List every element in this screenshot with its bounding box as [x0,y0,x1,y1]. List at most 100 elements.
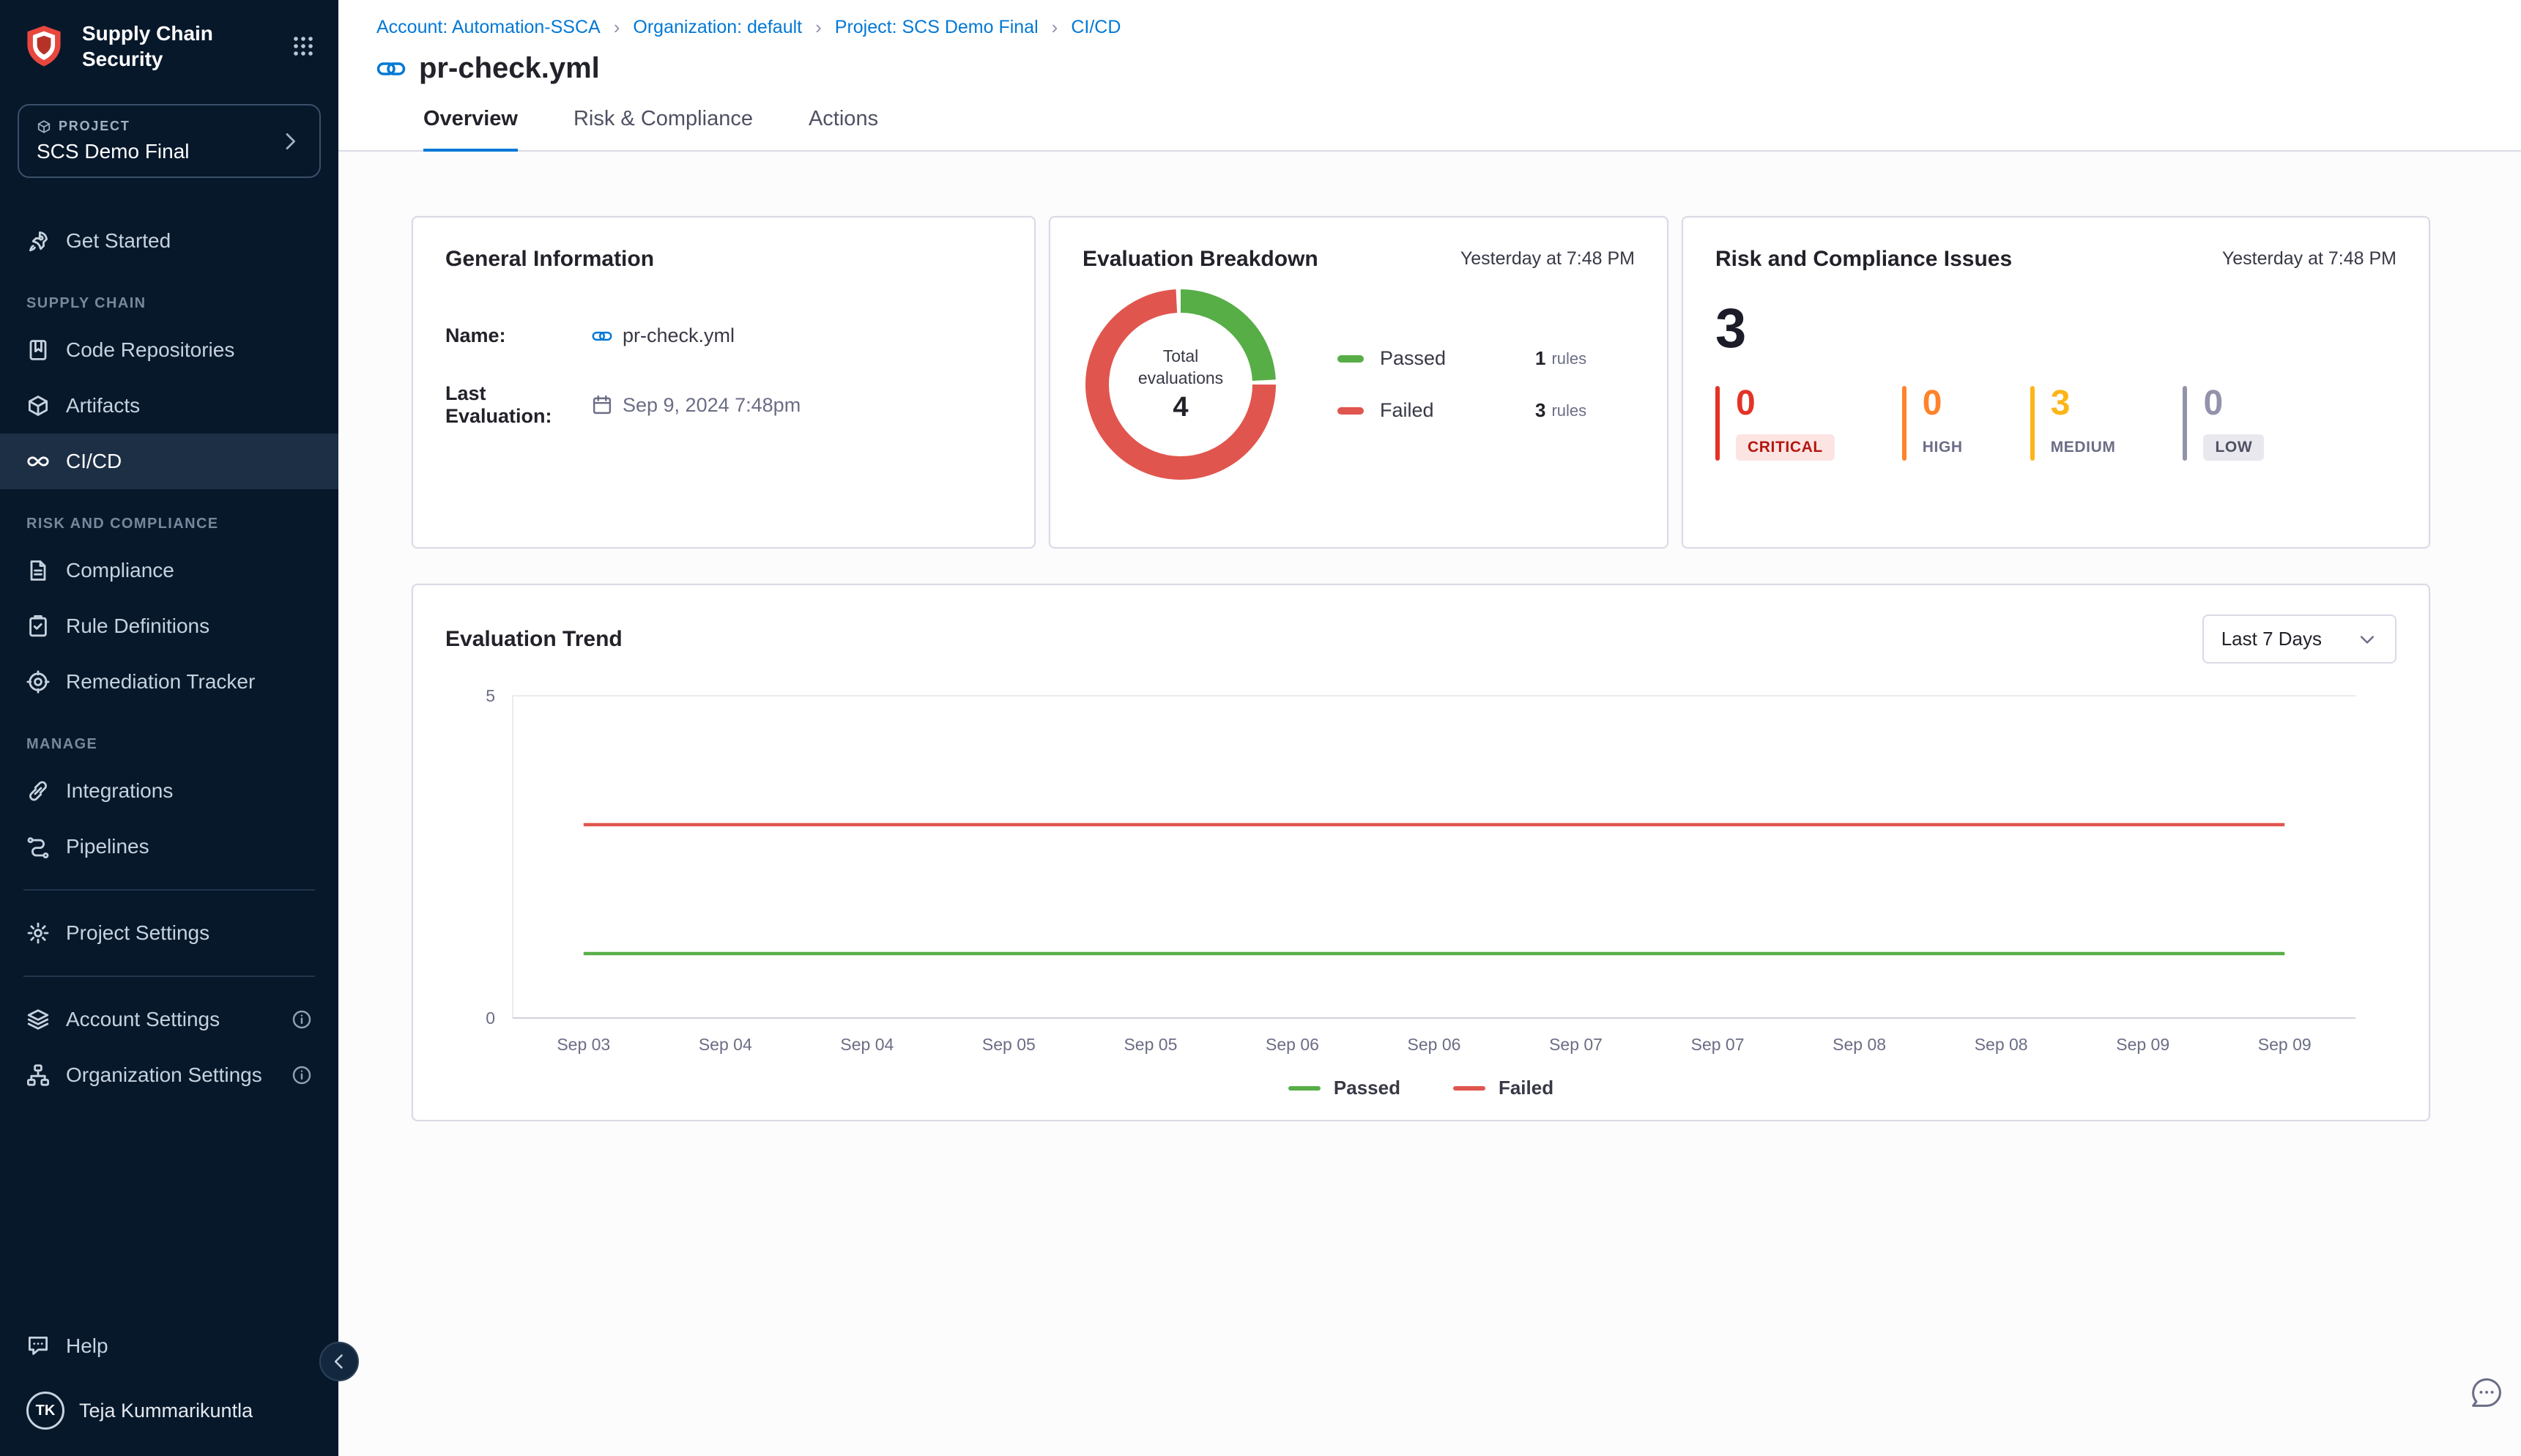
last-evaluation-value-wrap: Sep 9, 2024 7:48pm [592,394,801,417]
sidebar-item-label: Remediation Tracker [66,672,255,692]
last-evaluation-row: Last Evaluation: Sep 9, 2024 7:48pm [445,382,1002,428]
svg-text:Sep 05: Sep 05 [1124,1035,1177,1054]
sidebar-item-label: Rule Definitions [66,616,209,636]
pipelines-icon [26,835,50,858]
chat-bubble-icon [2467,1374,2505,1412]
pipeline-file-icon [376,54,406,83]
breadcrumb-separator-icon: › [815,16,822,39]
severity-label: CRITICAL [1736,434,1835,461]
last-evaluation-value: Sep 9, 2024 7:48pm [623,394,801,417]
grid-icon[interactable] [292,34,315,58]
project-meta: PROJECT SCS Demo Final [37,119,278,163]
chevron-left-icon [329,1351,349,1372]
breadcrumb-link[interactable]: CI/CD [1071,17,1121,38]
org-icon [26,1063,50,1087]
legend-label: Failed [1380,399,1477,422]
trend-legend-label: Passed [1334,1077,1400,1099]
user-menu[interactable]: TK Teja Kummarikuntla [0,1374,338,1456]
sidebar-item-label: Organization Settings [66,1065,262,1085]
breadcrumb-link[interactable]: Account: Automation-SSCA [376,17,601,38]
package-icon [37,119,51,134]
breadcrumb-link[interactable]: Project: SCS Demo Final [835,17,1039,38]
brand: Supply Chain Security [0,0,338,89]
sidebar-item-get-started[interactable]: Get Started [0,213,338,269]
sidebar-item-compliance[interactable]: Compliance [0,543,338,598]
svg-text:5: 5 [486,686,495,705]
gear-icon [26,921,50,945]
tab-actions[interactable]: Actions [809,107,878,150]
divider [23,889,315,891]
sidebar-item-remediation-tracker[interactable]: Remediation Tracker [0,654,338,710]
sidebar-spacer [0,1103,338,1318]
sidebar-item-project-settings[interactable]: Project Settings [0,905,338,961]
nav-section-label: RISK AND COMPLIANCE [0,489,338,543]
date-range-select[interactable]: Last 7 Days [2202,614,2396,664]
severity-low: 0LOW [2183,386,2264,461]
evaluation-trend-chart: 05Sep 03Sep 04Sep 04Sep 05Sep 05Sep 06Se… [445,681,2399,1077]
sidebar-item-label: Account Settings [66,1009,220,1030]
sidebar-item-label: Integrations [66,781,173,801]
cicd-icon [26,450,50,473]
tracker-icon [26,670,50,694]
sidebar-item-label: Get Started [66,231,171,251]
brand-title: Supply Chain Security [82,21,277,72]
sidebar-item-label: CI/CD [66,451,122,472]
chevron-down-icon [2357,629,2377,650]
legend-dash-icon [1337,407,1364,415]
severity-count: 0 [1736,386,1756,421]
sidebar-item-label: Project Settings [66,923,209,943]
rules-icon [26,614,50,638]
risk-issues-card: Risk and Compliance Issues Yesterday at … [1682,216,2430,549]
compliance-icon [26,559,50,582]
integrations-icon [26,779,50,803]
svg-text:Sep 03: Sep 03 [557,1035,610,1054]
project-scope-label: PROJECT [59,119,130,134]
rocket-icon [26,229,50,253]
sidebar-item-artifacts[interactable]: Artifacts [0,378,338,434]
card-head: Risk and Compliance Issues Yesterday at … [1715,247,2396,272]
project-label-row: PROJECT [37,119,278,134]
sidebar-item-rule-definitions[interactable]: Rule Definitions [0,598,338,654]
legend-unit: rules [1551,349,1586,368]
svg-text:Sep 04: Sep 04 [699,1035,752,1054]
breadcrumb-link[interactable]: Organization: default [633,17,802,38]
breakdown-timestamp: Yesterday at 7:48 PM [1460,248,1635,270]
breakdown-legend: Passed1rulesFailed3rules [1337,347,1586,422]
pipeline-file-icon [592,326,612,346]
page-header: Account: Automation-SSCA › Organization: d… [338,0,2521,152]
sidebar-item-label: Artifacts [66,395,140,416]
svg-text:Sep 08: Sep 08 [1975,1035,2028,1054]
project-selector[interactable]: PROJECT SCS Demo Final [18,104,321,178]
sidebar-item-integrations[interactable]: Integrations [0,763,338,819]
sidebar-item-code-repositories[interactable]: Code Repositories [0,322,338,378]
support-chat-button[interactable] [2467,1374,2505,1418]
trend-legend: Passed Failed [445,1077,2396,1099]
severity-content: 0 CRITICAL [1736,386,1835,461]
sidebar-item-label: Help [66,1336,108,1356]
sidebar-item-organization-settings[interactable]: Organization Settings [0,1047,338,1103]
name-value: pr-check.yml [623,324,735,347]
sidebar-item-help[interactable]: Help [0,1318,338,1374]
donut-total-value: 4 [1173,392,1188,423]
severity-label: MEDIUM [2051,434,2116,461]
legend-line-icon [1453,1086,1485,1091]
main: Account: Automation-SSCA › Organization: d… [338,0,2521,1456]
name-value-wrap: pr-check.yml [592,324,735,347]
sidebar-collapse-button[interactable] [319,1342,359,1381]
trend-legend-failed: Failed [1453,1077,1553,1099]
calendar-icon [592,395,612,415]
name-label: Name: [445,324,592,347]
sidebar-item-ci-cd[interactable]: CI/CD [0,434,338,489]
svg-text:Sep 04: Sep 04 [840,1035,894,1054]
card-head: Evaluation Breakdown Yesterday at 7:48 P… [1083,247,1635,272]
severity-count: 3 [2051,386,2071,421]
svg-text:Sep 06: Sep 06 [1266,1035,1319,1054]
tab-overview[interactable]: Overview [423,107,518,150]
sidebar-item-account-settings[interactable]: Account Settings [0,992,338,1047]
sidebar-item-pipelines[interactable]: Pipelines [0,819,338,874]
severity-critical: 0 CRITICAL [1715,386,1835,461]
tab-risk-compliance[interactable]: Risk & Compliance [573,107,753,150]
project-name: SCS Demo Final [37,140,278,163]
svg-text:Sep 05: Sep 05 [982,1035,1036,1054]
severity-high: 0HIGH [1902,386,1963,461]
